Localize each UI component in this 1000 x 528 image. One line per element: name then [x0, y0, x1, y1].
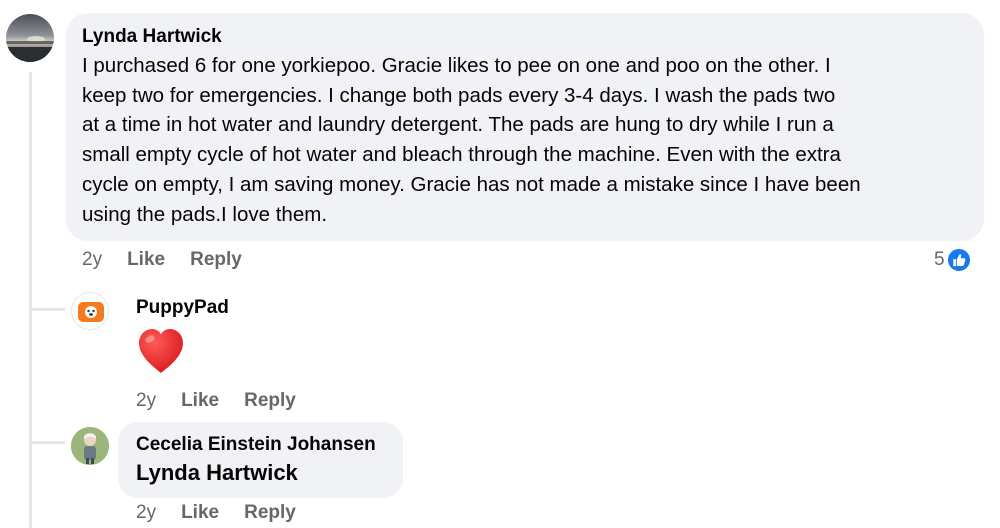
- comment-timestamp[interactable]: 2y: [82, 249, 102, 271]
- reply-timestamp[interactable]: 2y: [136, 502, 156, 524]
- reaction-summary[interactable]: 5: [934, 247, 972, 273]
- cecelia-avatar[interactable]: [71, 427, 109, 465]
- reply-actions: 2y Like Reply: [136, 502, 321, 524]
- reply-button[interactable]: Reply: [244, 390, 296, 412]
- reaction-count: 5: [934, 249, 945, 270]
- like-button[interactable]: Like: [127, 249, 165, 271]
- thread-branch-cecelia: [29, 441, 65, 444]
- red-heart-icon: [136, 327, 186, 375]
- comment-actions: 2y Like Reply: [82, 249, 267, 271]
- reply-author[interactable]: Cecelia Einstein Johansen: [136, 434, 376, 456]
- comment-text-line: small empty cycle of hot water and bleac…: [82, 143, 841, 167]
- reply-author[interactable]: PuppyPad: [136, 297, 229, 319]
- comment-text-line: using the pads.I love them.: [82, 202, 328, 226]
- comment-text-line: keep two for emergencies. I change both …: [82, 83, 836, 107]
- comment-bubble: Lynda Hartwick I purchased 6 for one yor…: [66, 13, 984, 241]
- reply-button[interactable]: Reply: [190, 249, 242, 271]
- reply-bubble: Cecelia Einstein Johansen Lynda Hartwick: [118, 422, 403, 498]
- puppypad-logo-icon: [78, 302, 104, 322]
- thumbs-up-icon: [945, 247, 972, 273]
- lynda-avatar[interactable]: [6, 14, 54, 62]
- comment-text: I purchased 6 for one yorkiepoo. Gracie …: [82, 51, 977, 229]
- comment-text-line: cycle on empty, I am saving money. Graci…: [82, 172, 861, 196]
- puppypad-avatar[interactable]: [71, 292, 109, 330]
- comment-text-line: at a time in hot water and laundry deter…: [82, 113, 834, 137]
- landscape-photo-icon: [6, 14, 54, 62]
- like-button[interactable]: Like: [181, 502, 219, 524]
- reply-actions: 2y Like Reply: [136, 390, 321, 412]
- thread-branch-puppypad: [29, 308, 65, 311]
- person-photo-icon: [71, 427, 109, 465]
- comment-text-line: I purchased 6 for one yorkiepoo. Gracie …: [82, 54, 831, 77]
- thread-line: [29, 72, 32, 528]
- like-button[interactable]: Like: [181, 390, 219, 412]
- reply-button[interactable]: Reply: [244, 502, 296, 524]
- comment-author[interactable]: Lynda Hartwick: [82, 26, 222, 48]
- reply-timestamp[interactable]: 2y: [136, 390, 156, 412]
- mention-link[interactable]: Lynda Hartwick: [136, 460, 298, 486]
